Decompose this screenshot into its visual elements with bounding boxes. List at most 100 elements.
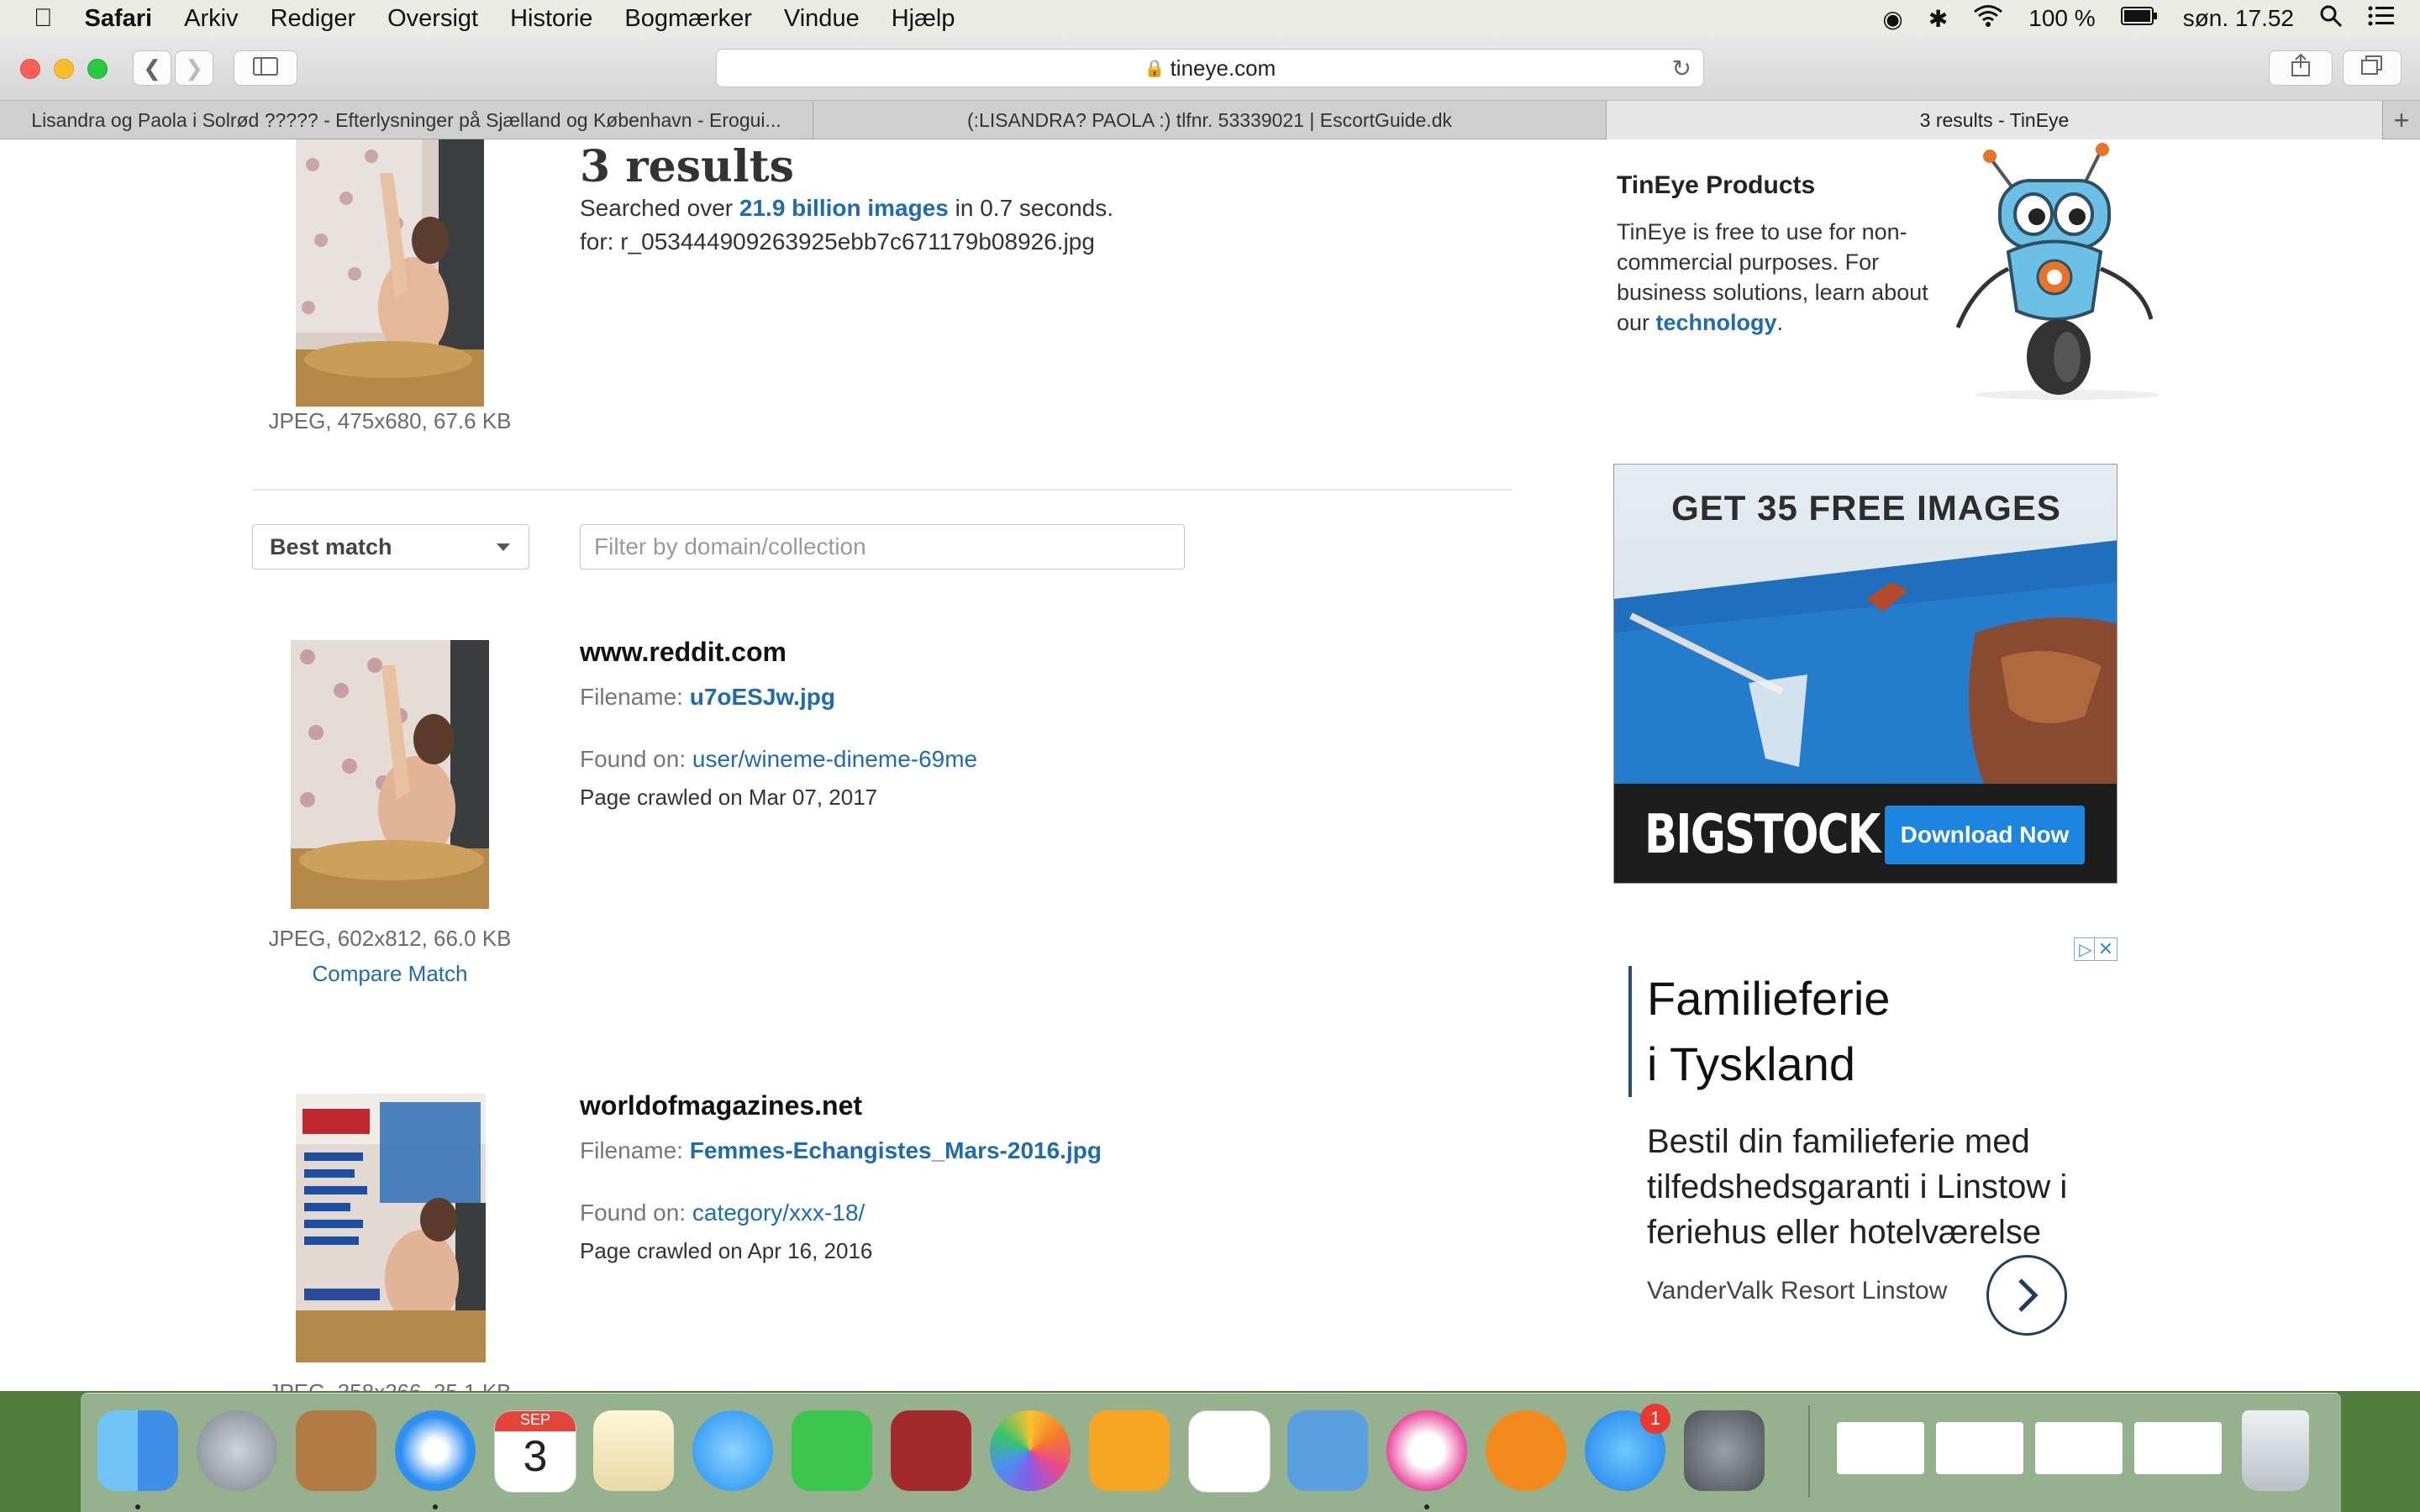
result-thumbnail[interactable] — [291, 640, 489, 909]
result-found-link[interactable]: category/xxx-18/ — [692, 1200, 865, 1226]
forward-button[interactable]: ❯ — [175, 50, 213, 86]
minimize-window-button[interactable] — [54, 59, 74, 79]
pages-icon[interactable] — [1089, 1410, 1170, 1491]
result-filename-link[interactable]: u7oESJw.jpg — [690, 684, 835, 710]
bluetooth-icon[interactable]: ✱ — [1928, 5, 1948, 33]
result-crawled-date: Page crawled on Apr 16, 2016 — [580, 1238, 873, 1263]
searched-line: Searched over 21.9 billion images in 0.7… — [580, 195, 1113, 221]
result-filename-link[interactable]: Femmes-Echangistes_Mars-2016.jpg — [690, 1137, 1102, 1163]
minimized-window-thumbnail[interactable] — [2134, 1422, 2222, 1474]
menu-oversigt[interactable]: Oversigt — [387, 5, 478, 33]
spotlight-search-icon[interactable] — [2319, 4, 2343, 34]
photo-booth-icon[interactable] — [891, 1410, 971, 1491]
compare-match-link[interactable]: Compare Match — [252, 961, 528, 987]
keynote-icon[interactable] — [1287, 1410, 1368, 1491]
calendar-icon[interactable]: SEP 3 — [494, 1410, 576, 1493]
apple-icon[interactable]:  — [34, 4, 53, 33]
show-tabs-button[interactable] — [2343, 50, 2402, 86]
result-found-on: Found on: category/xxx-18/ — [580, 1200, 865, 1226]
tab-erogui[interactable]: Lisandra og Paola i Solrød ????? - Efter… — [0, 101, 813, 139]
ad-download-button[interactable]: Download Now — [1885, 806, 2085, 864]
browser-toolbar: ❮ ❯ 🔒 tineye.com ↻ — [0, 37, 2420, 101]
launchpad-icon[interactable] — [197, 1410, 277, 1491]
minimized-window-thumbnail[interactable] — [1936, 1422, 2023, 1474]
running-indicator — [1424, 1504, 1429, 1509]
battery-icon[interactable] — [2120, 5, 2158, 32]
tineye-results-page: JPEG, 475x680, 67.6 KB 3 results Searche… — [0, 139, 2420, 1391]
app-store-icon[interactable]: 1 — [1585, 1404, 1670, 1491]
result-thumbnail[interactable] — [296, 1094, 486, 1362]
ad-next-button[interactable] — [1986, 1255, 2067, 1336]
result-domain[interactable]: worldofmagazines.net — [580, 1090, 862, 1121]
facetime-icon[interactable] — [792, 1410, 872, 1491]
reload-icon[interactable]: ↻ — [1672, 55, 1691, 82]
menu-bogmaerker[interactable]: Bogmærker — [624, 5, 752, 33]
clock[interactable]: søn. 17.52 — [2183, 5, 2294, 32]
notes-icon[interactable] — [593, 1410, 674, 1491]
caret-down-icon — [497, 543, 510, 551]
running-indicator — [433, 1504, 438, 1509]
wifi-icon[interactable] — [1973, 4, 2003, 34]
chevron-right-icon — [2018, 1278, 2039, 1312]
contacts-icon[interactable] — [296, 1410, 376, 1491]
close-window-button[interactable] — [20, 59, 40, 79]
share-button[interactable] — [2269, 50, 2333, 86]
tab-tineye[interactable]: 3 results - TinEye — [1607, 101, 2384, 139]
sidebar-icon — [253, 55, 278, 81]
ibooks-icon[interactable] — [1486, 1410, 1566, 1491]
menu-vindue[interactable]: Vindue — [784, 5, 860, 33]
photos-icon[interactable] — [990, 1410, 1071, 1491]
result-image-meta: JPEG, 358x266, 35.1 KB — [252, 1379, 528, 1391]
back-button[interactable]: ❮ — [133, 50, 171, 86]
ad-accent-bar — [1628, 966, 1632, 1097]
url-text: tineye.com — [1170, 55, 1276, 81]
finder-icon[interactable] — [97, 1410, 178, 1491]
bigstock-ad[interactable]: GET 35 FREE IMAGES BIGSTOCK Download Now — [1613, 464, 2118, 884]
sort-dropdown[interactable]: Best match — [252, 524, 529, 570]
menu-historie[interactable]: Historie — [510, 5, 592, 33]
result-found-link[interactable]: user/wineme-dineme-69me — [692, 746, 977, 772]
result-crawled-date: Page crawled on Mar 07, 2017 — [580, 785, 878, 810]
minimized-window-thumbnail[interactable] — [2035, 1422, 2123, 1474]
technology-link[interactable]: technology — [1656, 310, 1777, 335]
tab-escortguide[interactable]: (:LISANDRA? PAOLA :) tlfnr. 53339021 | E… — [813, 101, 1607, 139]
eye-icon[interactable]: ◉ — [1882, 5, 1902, 33]
address-bar[interactable]: 🔒 tineye.com ↻ — [716, 49, 1704, 87]
result-domain[interactable]: www.reddit.com — [580, 637, 786, 668]
ad-title[interactable]: Familieferie i Tyskland — [1647, 966, 1890, 1097]
chevron-left-icon: ❮ — [143, 55, 161, 81]
zoom-window-button[interactable] — [87, 59, 108, 79]
sidebar-title: TinEye Products — [1617, 171, 1816, 199]
running-indicator — [135, 1504, 140, 1509]
sidebar-toggle-button[interactable] — [234, 50, 297, 86]
battery-percent[interactable]: 100 % — [2028, 5, 2095, 32]
system-preferences-icon[interactable] — [1684, 1410, 1765, 1491]
ad-body: Bestil din familieferie med tilfedshedsg… — [1647, 1123, 2068, 1251]
menu-app-name[interactable]: Safari — [85, 5, 153, 33]
itunes-icon[interactable] — [1386, 1410, 1467, 1491]
trash-icon[interactable] — [2242, 1410, 2309, 1491]
menu-rediger[interactable]: Rediger — [271, 5, 356, 33]
messages-icon[interactable] — [692, 1410, 773, 1491]
numbers-icon[interactable] — [1188, 1410, 1270, 1493]
ad-headline: GET 35 FREE IMAGES — [1671, 488, 2061, 528]
query-image-thumbnail[interactable] — [296, 139, 484, 407]
ad-advertiser[interactable]: VanderValk Resort Linstow — [1647, 1277, 1947, 1305]
safari-icon[interactable] — [395, 1410, 476, 1491]
filter-domain-input[interactable] — [580, 524, 1185, 570]
text-ad[interactable]: ▷ ✕ Familieferie i Tyskland Bestil din f… — [1613, 937, 2118, 1336]
lock-icon: 🔒 — [1144, 59, 1165, 78]
tabs-icon — [2361, 55, 2383, 81]
close-ad-icon[interactable]: ✕ — [2094, 937, 2118, 961]
new-tab-button[interactable]: + — [2383, 101, 2420, 139]
menu-hjaelp[interactable]: Hjælp — [892, 5, 955, 33]
result-filename: Filename: u7oESJw.jpg — [580, 684, 835, 710]
billion-images-link[interactable]: 21.9 billion images — [739, 195, 949, 221]
tab-bar: Lisandra og Paola i Solrød ????? - Efter… — [0, 101, 2420, 139]
notification-center-icon[interactable] — [2368, 5, 2395, 33]
result-filename: Filename: Femmes-Echangistes_Mars-2016.j… — [580, 1137, 1102, 1163]
menu-arkiv[interactable]: Arkiv — [184, 5, 238, 33]
calendar-day: 3 — [523, 1432, 548, 1481]
minimized-window-thumbnail[interactable] — [1837, 1422, 1924, 1474]
share-icon — [2291, 53, 2311, 83]
